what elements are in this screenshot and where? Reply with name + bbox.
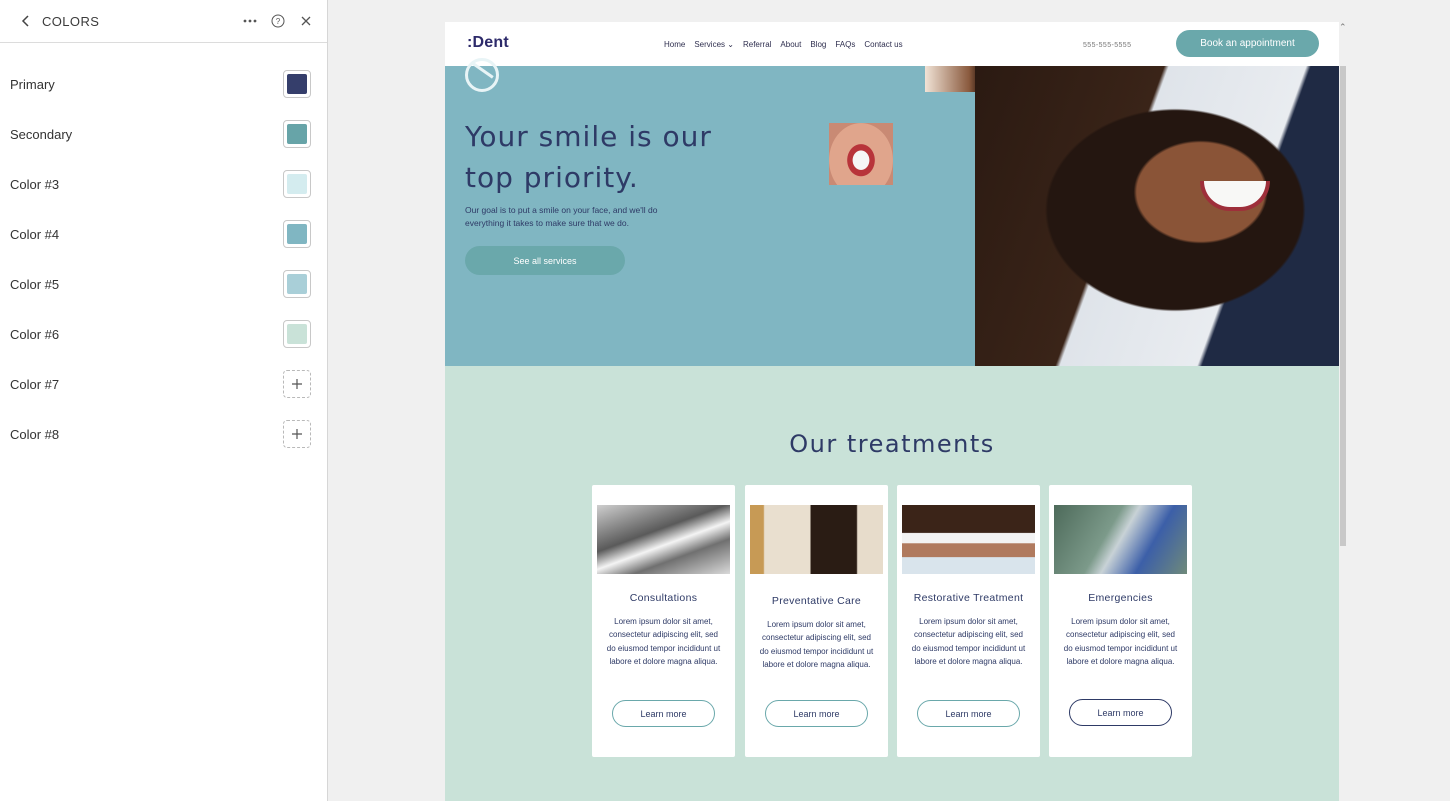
site-preview: :Dent Home Services ⌄ Referral About Blo… (445, 22, 1339, 801)
color-swatch[interactable] (283, 270, 311, 298)
nav-faqs[interactable]: FAQs (835, 40, 855, 49)
learn-more-button[interactable]: Learn more (612, 700, 715, 727)
card-text: Lorem ipsum dolor sit amet, consectetur … (606, 617, 721, 667)
card-title: Preventative Care (771, 595, 862, 607)
consultations-image (597, 505, 730, 574)
plus-icon (292, 429, 302, 439)
color-list: Primary Secondary Color #3 Color #4 Colo… (0, 43, 327, 459)
editor-canvas: :Dent Home Services ⌄ Referral About Blo… (329, 0, 1450, 801)
swatch-fill (287, 274, 307, 294)
emergencies-image (1054, 505, 1187, 574)
swatch-fill (287, 224, 307, 244)
color-row-secondary[interactable]: Secondary (0, 109, 327, 159)
color-label: Color #8 (10, 426, 60, 442)
swatch-fill (287, 324, 307, 344)
canvas-corner-marker: ⌃ (1339, 22, 1347, 32)
color-swatch[interactable] (283, 120, 311, 148)
color-swatch[interactable] (283, 70, 311, 98)
smile-shape (1200, 181, 1270, 211)
site-header: :Dent Home Services ⌄ Referral About Blo… (445, 22, 1339, 66)
card-title: Consultations (629, 592, 698, 604)
treatments-section: Our treatments Consultations Lorem ipsum… (445, 366, 1339, 801)
learn-more-button[interactable]: Learn more (917, 700, 1020, 727)
color-label: Color #7 (10, 376, 60, 392)
learn-more-button[interactable]: Learn more (1069, 699, 1172, 726)
treatment-card-preventative: Preventative Care Lorem ipsum dolor sit … (745, 485, 888, 757)
treatments-title: Our treatments (789, 430, 995, 458)
treatment-card-restorative: Restorative Treatment Lorem ipsum dolor … (897, 485, 1040, 757)
nav-referral[interactable]: Referral (743, 40, 771, 49)
color-label: Color #3 (10, 176, 60, 192)
hero-section: Your smile is our top priority. Our goal… (445, 58, 1339, 366)
color-row-4[interactable]: Color #4 (0, 209, 327, 259)
color-row-7[interactable]: Color #7 (0, 359, 327, 409)
nav-services[interactable]: Services ⌄ (694, 40, 734, 49)
swatch-fill (287, 124, 307, 144)
card-title: Emergencies (1088, 592, 1153, 604)
nav-services-label: Services (694, 40, 726, 49)
book-appointment-button[interactable]: Book an appointment (1176, 30, 1319, 57)
hero-woman-smiling-image (975, 66, 1339, 366)
treatment-card-emergencies: Emergencies Lorem ipsum dolor sit amet, … (1049, 485, 1192, 757)
restorative-treatment-image (902, 505, 1035, 574)
swatch-fill (287, 174, 307, 194)
hero-text: Our goal is to put a smile on your face,… (465, 205, 658, 228)
color-label: Primary (10, 76, 55, 92)
color-row-8[interactable]: Color #8 (0, 409, 327, 459)
colors-panel: COLORS ? Primary Secondary Color #3 Colo… (0, 0, 328, 801)
nav-about[interactable]: About (780, 40, 801, 49)
svg-text:?: ? (276, 17, 281, 26)
card-text: Lorem ipsum dolor sit amet, consectetur … (1063, 617, 1178, 667)
chevron-down-icon: ⌄ (727, 40, 734, 49)
card-text: Lorem ipsum dolor sit amet, consectetur … (759, 620, 874, 670)
panel-header: COLORS ? (0, 0, 327, 43)
color-row-6[interactable]: Color #6 (0, 309, 327, 359)
color-swatch[interactable] (283, 170, 311, 198)
card-text: Lorem ipsum dolor sit amet, consectetur … (911, 617, 1026, 667)
hero-title: Your smile is our top priority. (465, 120, 712, 194)
preventative-care-image (750, 505, 883, 574)
phone-number: 555-555-5555 (1083, 42, 1132, 49)
help-icon[interactable]: ? (267, 10, 289, 32)
color-row-primary[interactable]: Primary (0, 59, 327, 109)
close-icon[interactable] (295, 10, 317, 32)
nav-blog[interactable]: Blog (810, 40, 826, 49)
add-color-button[interactable] (283, 420, 311, 448)
swatch-fill (287, 74, 307, 94)
color-label: Color #4 (10, 226, 60, 242)
color-swatch[interactable] (283, 220, 311, 248)
back-chevron-icon[interactable] (18, 13, 34, 29)
plus-icon (292, 379, 302, 389)
add-color-button[interactable] (283, 370, 311, 398)
color-label: Color #6 (10, 326, 60, 342)
site-nav: Home Services ⌄ Referral About Blog FAQs… (664, 40, 903, 49)
see-all-services-button[interactable]: See all services (465, 246, 625, 275)
nav-home[interactable]: Home (664, 40, 685, 49)
site-logo[interactable]: :Dent (467, 34, 509, 52)
color-row-3[interactable]: Color #3 (0, 159, 327, 209)
color-label: Color #5 (10, 276, 60, 292)
nav-contact[interactable]: Contact us (864, 40, 902, 49)
more-options-icon[interactable] (239, 10, 261, 32)
color-swatch[interactable] (283, 320, 311, 348)
learn-more-button[interactable]: Learn more (765, 700, 868, 727)
decorative-ring-icon (465, 58, 499, 92)
braces-smile-image (829, 123, 893, 185)
card-title: Restorative Treatment (913, 592, 1024, 604)
treatment-card-consultations: Consultations Lorem ipsum dolor sit amet… (592, 485, 735, 757)
color-row-5[interactable]: Color #5 (0, 259, 327, 309)
canvas-scrollbar[interactable] (1340, 66, 1346, 546)
panel-title: COLORS (42, 13, 100, 29)
color-label: Secondary (10, 126, 73, 142)
